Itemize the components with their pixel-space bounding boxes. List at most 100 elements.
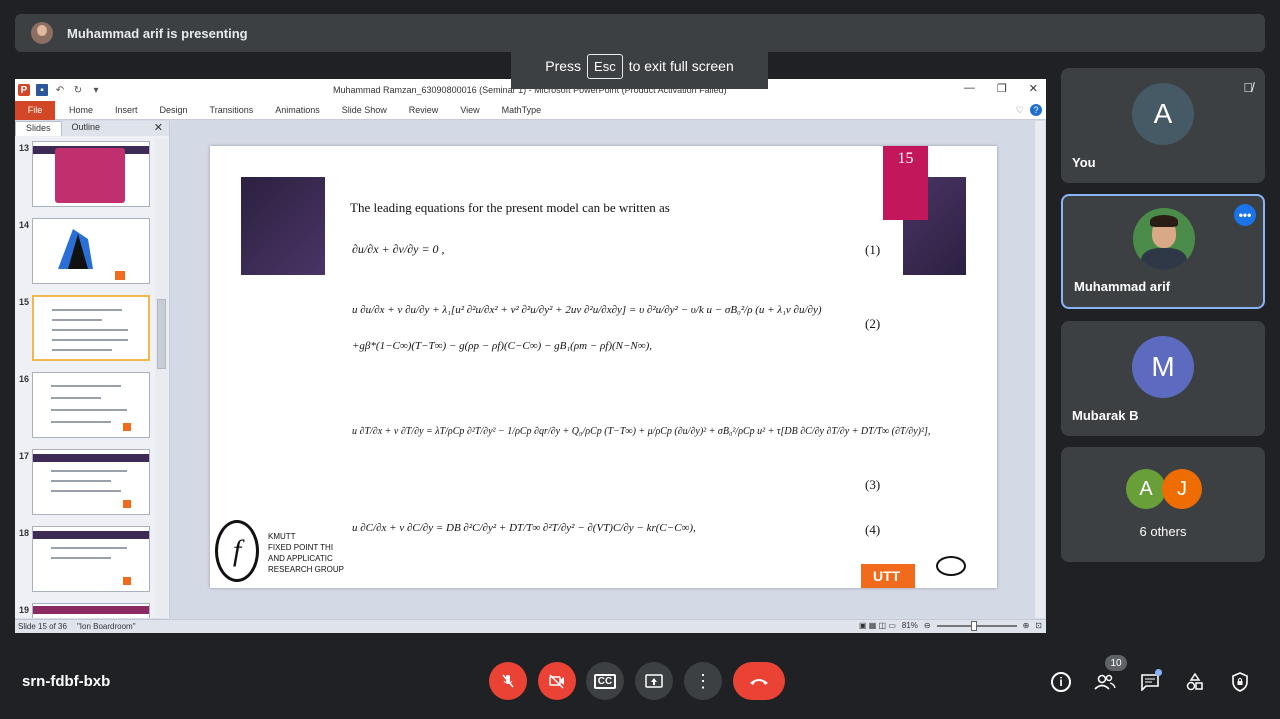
fit-window-icon[interactable]: ⊡ <box>1035 621 1042 630</box>
customize-toolbar-icon[interactable]: ▾ <box>90 84 102 96</box>
leave-call-button[interactable] <box>733 662 785 700</box>
pane-scrollbar[interactable] <box>155 139 168 617</box>
equation-3: u ∂T/∂x + v ∂T/∂y = λT/ρCp ∂²T/∂y² − 1/ρ… <box>352 426 931 437</box>
slide-thumbnail[interactable]: 16 <box>15 372 170 442</box>
shared-screen: P ▪ ↶ ↻ ▾ Muhammad Ramzan_63090800016 (S… <box>15 79 1046 633</box>
meeting-info-button[interactable]: i <box>1049 670 1073 694</box>
slide-thumbnail[interactable]: 18 <box>15 526 170 596</box>
slide-number: 15 <box>883 146 928 220</box>
captions-icon: CC <box>593 673 617 689</box>
participant-tile-others[interactable]: A J 6 others <box>1061 447 1265 562</box>
logo-line: FIXED POINT THI <box>268 543 334 552</box>
tab-view[interactable]: View <box>460 105 479 115</box>
undo-icon[interactable]: ↶ <box>54 84 66 96</box>
more-options-icon[interactable]: ••• <box>1234 204 1256 226</box>
more-options-button[interactable]: ⋮ <box>684 662 722 700</box>
ribbon-collapse-icon[interactable]: ♡ <box>1016 105 1024 116</box>
others-label: 6 others <box>1139 524 1187 539</box>
thumbnail-number: 15 <box>19 297 30 307</box>
equation-4: u ∂C/∂x + v ∂C/∂y = DB ∂²C/∂y² + DT/T∞ ∂… <box>352 522 696 534</box>
slides-pane: Slides Outline ✕ 13 14 15 16 17 18 19 <box>15 121 170 618</box>
avatar: M <box>1132 336 1194 398</box>
camera-toggle-button[interactable] <box>538 662 576 700</box>
view-buttons-icon[interactable]: ▣ ▦ ◫ ▭ <box>859 621 896 630</box>
slide-thumbnail[interactable]: 13 <box>15 141 170 211</box>
slide-thumbnail-selected[interactable]: 15 <box>15 295 170 365</box>
eq-number: (1) <box>865 242 881 257</box>
logo-text: KMUTT FIXED POINT THI AND APPLICATIC RES… <box>268 531 344 575</box>
restore-icon[interactable]: ❐ <box>997 82 1007 95</box>
avatar: A <box>1126 469 1166 509</box>
small-logo <box>936 556 966 576</box>
mic-off-icon: 🎙̸ <box>1243 80 1253 95</box>
tab-transitions[interactable]: Transitions <box>210 105 254 115</box>
close-icon[interactable]: ✕ <box>1029 82 1038 95</box>
minimize-icon[interactable]: — <box>964 82 975 95</box>
ribbon-tabs: File Home Insert Design Transitions Anim… <box>15 100 1046 120</box>
slide-thumbnail[interactable]: 14 <box>15 218 170 288</box>
zoom-out-icon[interactable]: ⊖ <box>924 621 931 630</box>
participant-tile-you[interactable]: A 🎙̸ You <box>1061 68 1265 183</box>
participant-name: Mubarak B <box>1072 408 1139 423</box>
tab-outline[interactable]: Outline <box>62 121 111 136</box>
thumbnail-number: 13 <box>19 143 30 153</box>
equation-2b: +gβ*(1−C∞)(T−T∞) − g(ρp − ρf)(C−C∞) − gB… <box>352 340 652 352</box>
more-vert-icon: ⋮ <box>694 671 712 691</box>
activities-button[interactable] <box>1183 670 1207 694</box>
present-icon <box>645 674 663 688</box>
captions-button[interactable]: CC <box>586 662 624 700</box>
thumbnail-number: 19 <box>19 605 30 615</box>
zoom-slider[interactable] <box>936 620 1017 631</box>
info-icon: i <box>1051 672 1071 692</box>
slide-decoration <box>241 177 325 275</box>
participant-name: Muhammad arif <box>1074 279 1171 294</box>
tab-slide-show[interactable]: Slide Show <box>342 105 387 115</box>
slide-thumbnail[interactable]: 17 <box>15 449 170 519</box>
kmutt-logo: f <box>215 520 259 582</box>
tab-home[interactable]: Home <box>69 105 93 115</box>
tab-slides[interactable]: Slides <box>15 121 62 136</box>
canvas-scrollbar[interactable] <box>1035 121 1045 618</box>
zoom-in-icon[interactable]: ⊕ <box>1023 621 1030 630</box>
esc-key: Esc <box>587 53 623 79</box>
camera-off-icon <box>549 674 564 689</box>
save-icon[interactable]: ▪ <box>36 84 48 96</box>
slide-info: Slide 15 of 36 <box>18 622 67 631</box>
thumbnail-graph <box>58 229 125 280</box>
equation-2a: u ∂u/∂x + v ∂u/∂y + λ₁[u² ∂²u/∂x² + v² ∂… <box>352 304 822 316</box>
tab-animations[interactable]: Animations <box>275 105 320 115</box>
tab-insert[interactable]: Insert <box>115 105 138 115</box>
redo-icon[interactable]: ↻ <box>72 84 84 96</box>
activities-icon <box>1186 672 1203 691</box>
presenting-label: Muhammad arif is presenting <box>67 25 248 41</box>
thumbnail-number: 17 <box>19 451 30 461</box>
presenter-avatar <box>31 22 53 44</box>
mic-toggle-button[interactable] <box>489 662 527 700</box>
eq-number: (2) <box>865 316 881 331</box>
orange-tag: UTT <box>861 564 915 588</box>
people-button[interactable] <box>1093 670 1117 694</box>
host-controls-button[interactable] <box>1228 670 1252 694</box>
help-icon[interactable]: ? <box>1030 104 1042 116</box>
tab-file[interactable]: File <box>15 100 55 120</box>
logo-line: AND APPLICATIC <box>268 554 333 563</box>
tab-mathtype[interactable]: MathType <box>502 105 542 115</box>
people-icon <box>1094 674 1116 690</box>
participant-tile-muhammad-arif[interactable]: ••• Muhammad arif <box>1061 194 1265 309</box>
status-bar: Slide 15 of 36 "Ion Boardroom" ▣ ▦ ◫ ▭ 8… <box>15 619 1046 633</box>
slide-canvas: 15 The leading equations for the present… <box>171 121 1046 618</box>
meeting-code: srn-fdbf-bxb <box>22 673 111 690</box>
pane-close-icon[interactable]: ✕ <box>154 121 163 134</box>
tab-review[interactable]: Review <box>409 105 439 115</box>
zoom-level[interactable]: 81% <box>902 621 918 630</box>
tab-design[interactable]: Design <box>160 105 188 115</box>
participant-count-badge: 10 <box>1105 655 1127 671</box>
logo-line: RESEARCH GROUP <box>268 565 345 574</box>
toast-press: Press <box>545 58 582 74</box>
slide-thumbnail[interactable]: 19 <box>15 603 170 618</box>
present-now-button[interactable] <box>635 662 673 700</box>
participant-tile-mubarak[interactable]: M Mubarak B <box>1061 321 1265 436</box>
powerpoint-logo-icon: P <box>18 84 30 96</box>
eq-number: (3) <box>865 477 881 492</box>
theme-name: "Ion Boardroom" <box>76 622 136 631</box>
